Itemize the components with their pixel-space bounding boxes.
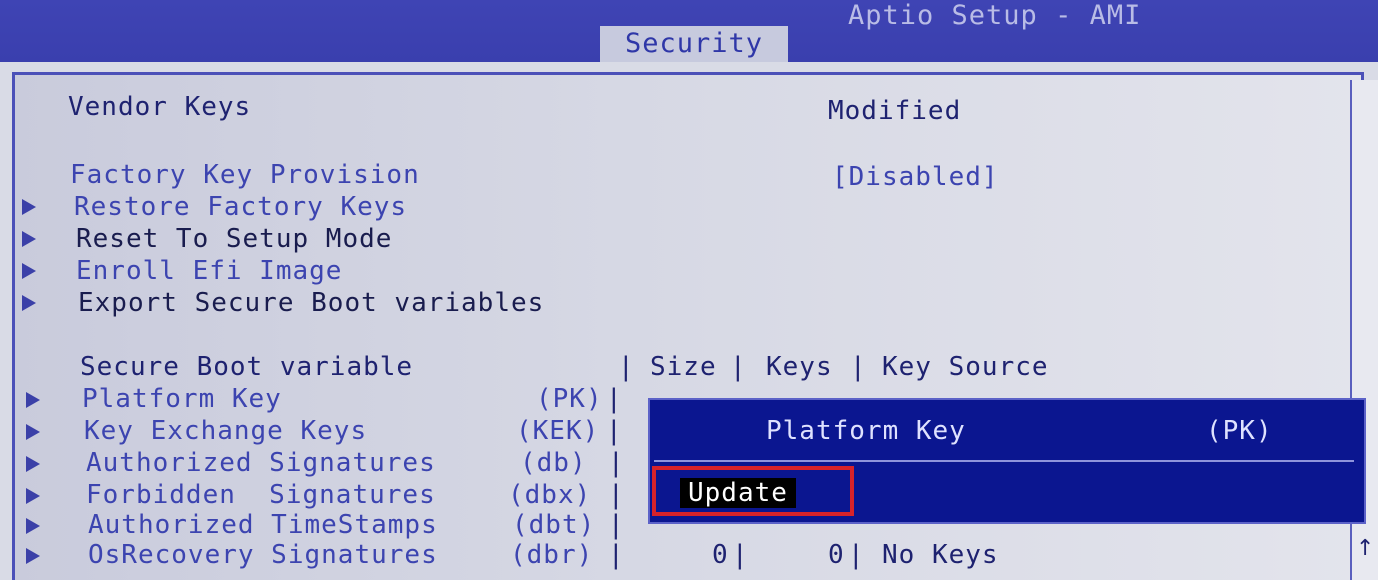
variable-abbr: (db) xyxy=(520,448,587,478)
submenu-arrow-icon xyxy=(22,295,36,311)
variable-key-source: No Keys xyxy=(882,540,999,570)
factory-key-provision-value[interactable]: [Disabled] xyxy=(832,162,999,192)
dialog-title: Platform Key xyxy=(766,416,966,446)
header-secure-boot-variable: Secure Boot variable xyxy=(80,352,414,382)
variable-abbr: (KEK) xyxy=(516,416,600,446)
row-separator: | xyxy=(608,448,625,478)
variable-name[interactable]: Forbidden Signatures xyxy=(86,480,436,510)
variable-name[interactable]: OsRecovery Signatures xyxy=(88,540,438,570)
header-separator: | xyxy=(618,352,635,382)
submenu-arrow-icon xyxy=(26,392,40,408)
submenu-arrow-icon xyxy=(26,456,40,472)
scroll-up-icon[interactable]: ↑ xyxy=(1356,536,1374,561)
variable-name[interactable]: Key Exchange Keys xyxy=(84,416,367,446)
variable-keys: 0 xyxy=(828,540,845,570)
vendor-keys-value: Modified xyxy=(828,96,962,126)
vendor-keys-label: Vendor Keys xyxy=(68,92,252,122)
variable-abbr: (dbx) xyxy=(508,480,592,510)
variable-name[interactable]: Authorized TimeStamps xyxy=(88,510,438,540)
header-key-source: Key Source xyxy=(882,352,1049,382)
row-separator: | xyxy=(732,540,749,570)
app-title: Aptio Setup - AMI xyxy=(848,0,1142,31)
row-separator: | xyxy=(608,540,625,570)
dialog-divider xyxy=(654,460,1354,462)
menu-enroll-efi-image[interactable]: Enroll Efi Image xyxy=(76,256,342,286)
row-separator: | xyxy=(848,540,865,570)
variable-size: 0 xyxy=(712,540,729,570)
variable-name[interactable]: Platform Key xyxy=(82,384,282,414)
variable-abbr: (dbt) xyxy=(512,510,596,540)
tab-security[interactable]: Security xyxy=(600,26,788,62)
row-separator: | xyxy=(608,480,625,510)
dialog-subtitle: (PK) xyxy=(1206,416,1273,446)
header-size: Size xyxy=(650,352,717,382)
submenu-arrow-icon xyxy=(22,263,36,279)
submenu-arrow-icon xyxy=(26,548,40,564)
header-separator: | xyxy=(850,352,867,382)
title-bar: Aptio Setup - AMI Security xyxy=(0,0,1378,62)
menu-export-secure-boot-variables[interactable]: Export Secure Boot variables xyxy=(78,288,544,318)
submenu-arrow-icon xyxy=(22,231,36,247)
row-separator: | xyxy=(606,384,623,414)
submenu-arrow-icon xyxy=(26,424,40,440)
submenu-arrow-icon xyxy=(26,488,40,504)
header-keys: Keys xyxy=(766,352,833,382)
menu-reset-to-setup-mode[interactable]: Reset To Setup Mode xyxy=(76,224,392,254)
variable-abbr: (PK) xyxy=(536,384,603,414)
row-separator: | xyxy=(608,510,625,540)
submenu-arrow-icon xyxy=(22,199,36,215)
variable-abbr: (dbr) xyxy=(510,540,594,570)
row-separator: | xyxy=(606,416,623,446)
header-separator: | xyxy=(730,352,747,382)
menu-restore-factory-keys[interactable]: Restore Factory Keys xyxy=(74,192,407,222)
selection-highlight xyxy=(652,466,854,516)
factory-key-provision-label[interactable]: Factory Key Provision xyxy=(70,160,420,190)
variable-name[interactable]: Authorized Signatures xyxy=(86,448,436,478)
submenu-arrow-icon xyxy=(26,518,40,534)
